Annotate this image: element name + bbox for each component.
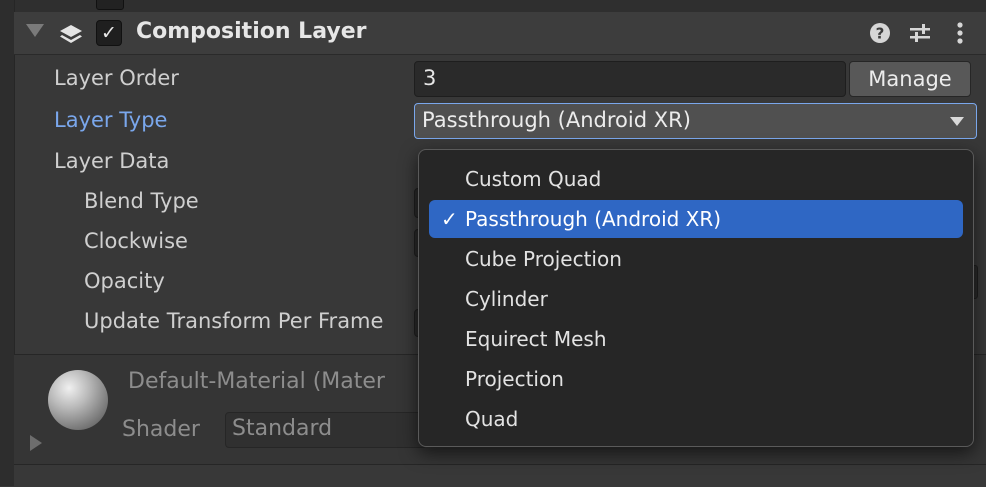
clockwise-label: Clockwise — [84, 229, 188, 253]
menu-item-label: Cylinder — [465, 287, 548, 311]
preset-sliders-icon[interactable] — [907, 20, 933, 46]
manage-button[interactable]: Manage — [849, 61, 971, 97]
layer-order-input[interactable]: 3 — [414, 61, 846, 97]
previous-component-checkbox[interactable] — [96, 0, 124, 10]
component-title: Composition Layer — [136, 19, 367, 44]
layers-icon — [60, 25, 82, 43]
help-icon[interactable]: ? — [867, 20, 893, 46]
checkmark-icon: ✓ — [441, 207, 458, 231]
layer-data-label: Layer Data — [54, 149, 170, 173]
menu-item-cube-projection[interactable]: Cube Projection — [429, 240, 963, 278]
layer-type-label: Layer Type — [54, 108, 168, 132]
menu-item-label: Cube Projection — [465, 247, 622, 271]
svg-text:?: ? — [876, 25, 885, 43]
menu-item-projection[interactable]: Projection — [429, 360, 963, 398]
layer-order-label: Layer Order — [54, 66, 179, 90]
material-preview-sphere — [48, 370, 108, 430]
layer-order-value: 3 — [423, 66, 437, 90]
update-transform-label: Update Transform Per Frame — [84, 309, 384, 333]
menu-item-custom-quad[interactable]: Custom Quad — [429, 160, 963, 198]
layer-type-dropdown[interactable]: Passthrough (Android XR) — [414, 103, 977, 139]
layer-type-value: Passthrough (Android XR) — [422, 108, 691, 132]
menu-item-label: Custom Quad — [465, 167, 602, 191]
blend-type-label: Blend Type — [84, 189, 199, 213]
menu-item-label: Passthrough (Android XR) — [465, 207, 722, 231]
material-foldout-arrow-icon[interactable] — [30, 435, 42, 451]
menu-item-passthrough-android-xr[interactable]: ✓ Passthrough (Android XR) — [429, 200, 963, 238]
inspector-bottom-bar — [14, 464, 986, 487]
kebab-menu-icon[interactable] — [947, 20, 973, 46]
material-name: Default-Material (Mater — [128, 369, 385, 394]
shader-label: Shader — [122, 417, 200, 442]
menu-item-label: Equirect Mesh — [465, 327, 607, 351]
shader-value: Standard — [232, 416, 333, 441]
opacity-label: Opacity — [84, 269, 165, 293]
inspector-left-gutter — [0, 0, 15, 486]
foldout-arrow-icon[interactable] — [26, 24, 44, 37]
menu-item-equirect-mesh[interactable]: Equirect Mesh — [429, 320, 963, 358]
shader-dropdown[interactable]: Standard — [225, 412, 427, 448]
menu-item-label: Projection — [465, 367, 564, 391]
menu-item-quad[interactable]: Quad — [429, 400, 963, 438]
dropdown-arrow-icon — [950, 117, 964, 126]
menu-item-cylinder[interactable]: Cylinder — [429, 280, 963, 318]
layer-type-dropdown-menu: Custom Quad ✓ Passthrough (Android XR) C… — [418, 149, 974, 447]
component-enabled-checkbox[interactable]: ✓ — [96, 20, 122, 46]
menu-item-label: Quad — [465, 407, 519, 431]
